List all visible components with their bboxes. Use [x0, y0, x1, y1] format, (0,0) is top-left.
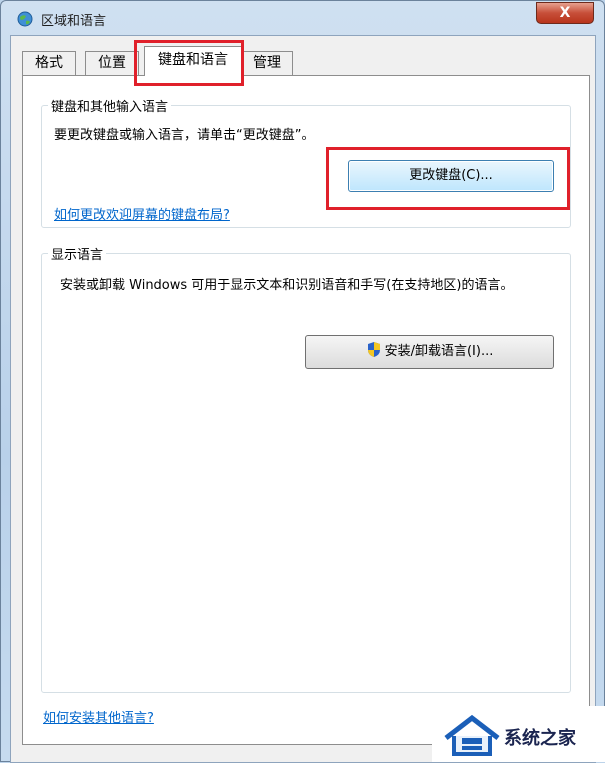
watermark: 系统之家: [432, 706, 605, 762]
highlight-box-button: [326, 147, 570, 210]
dialog-client-area: 格式 位置 键盘和语言 管理 键盘和其他输入语言 要更改键盘或输入语言，请单击“…: [10, 35, 596, 763]
tab-administrative[interactable]: 管理: [241, 51, 293, 75]
uac-shield-icon: [367, 342, 380, 357]
globe-icon: [17, 11, 33, 27]
display-language-group: 显示语言 安装或卸载 Windows 可用于显示文本和识别语音和手写(在支持地区…: [41, 244, 571, 693]
watermark-text: 系统之家: [504, 728, 576, 749]
tab-label: 管理: [253, 55, 281, 71]
welcome-screen-keyboard-link[interactable]: 如何更改欢迎屏幕的键盘布局?: [54, 204, 230, 223]
close-button[interactable]: X: [536, 2, 594, 24]
tab-format[interactable]: 格式: [22, 51, 76, 75]
tab-label: 格式: [35, 55, 63, 71]
dialog-window: 区域和语言 X 格式 位置 键盘和语言 管理 键盘和其他输入语言 要更改键盘或输…: [0, 0, 605, 763]
tab-location[interactable]: 位置: [85, 51, 139, 75]
button-label: 安装/卸载语言(I)...: [384, 344, 494, 359]
window-title: 区域和语言: [41, 14, 107, 29]
tab-label: 位置: [98, 55, 126, 71]
keyboard-description: 要更改键盘或输入语言，请单击“更改键盘”。: [54, 128, 315, 143]
title-bar[interactable]: 区域和语言 X: [1, 1, 604, 35]
install-other-languages-link[interactable]: 如何安装其他语言?: [43, 707, 154, 726]
close-icon: X: [559, 5, 571, 21]
group-legend: 键盘和其他输入语言: [48, 96, 172, 115]
highlight-box-tab: [134, 40, 244, 86]
display-language-description: 安装或卸载 Windows 可用于显示文本和识别语音和手写(在支持地区)的语言。: [60, 278, 514, 293]
group-legend: 显示语言: [48, 244, 107, 263]
house-logo-icon: [444, 714, 500, 756]
install-uninstall-language-button[interactable]: 安装/卸载语言(I)...: [305, 335, 554, 369]
